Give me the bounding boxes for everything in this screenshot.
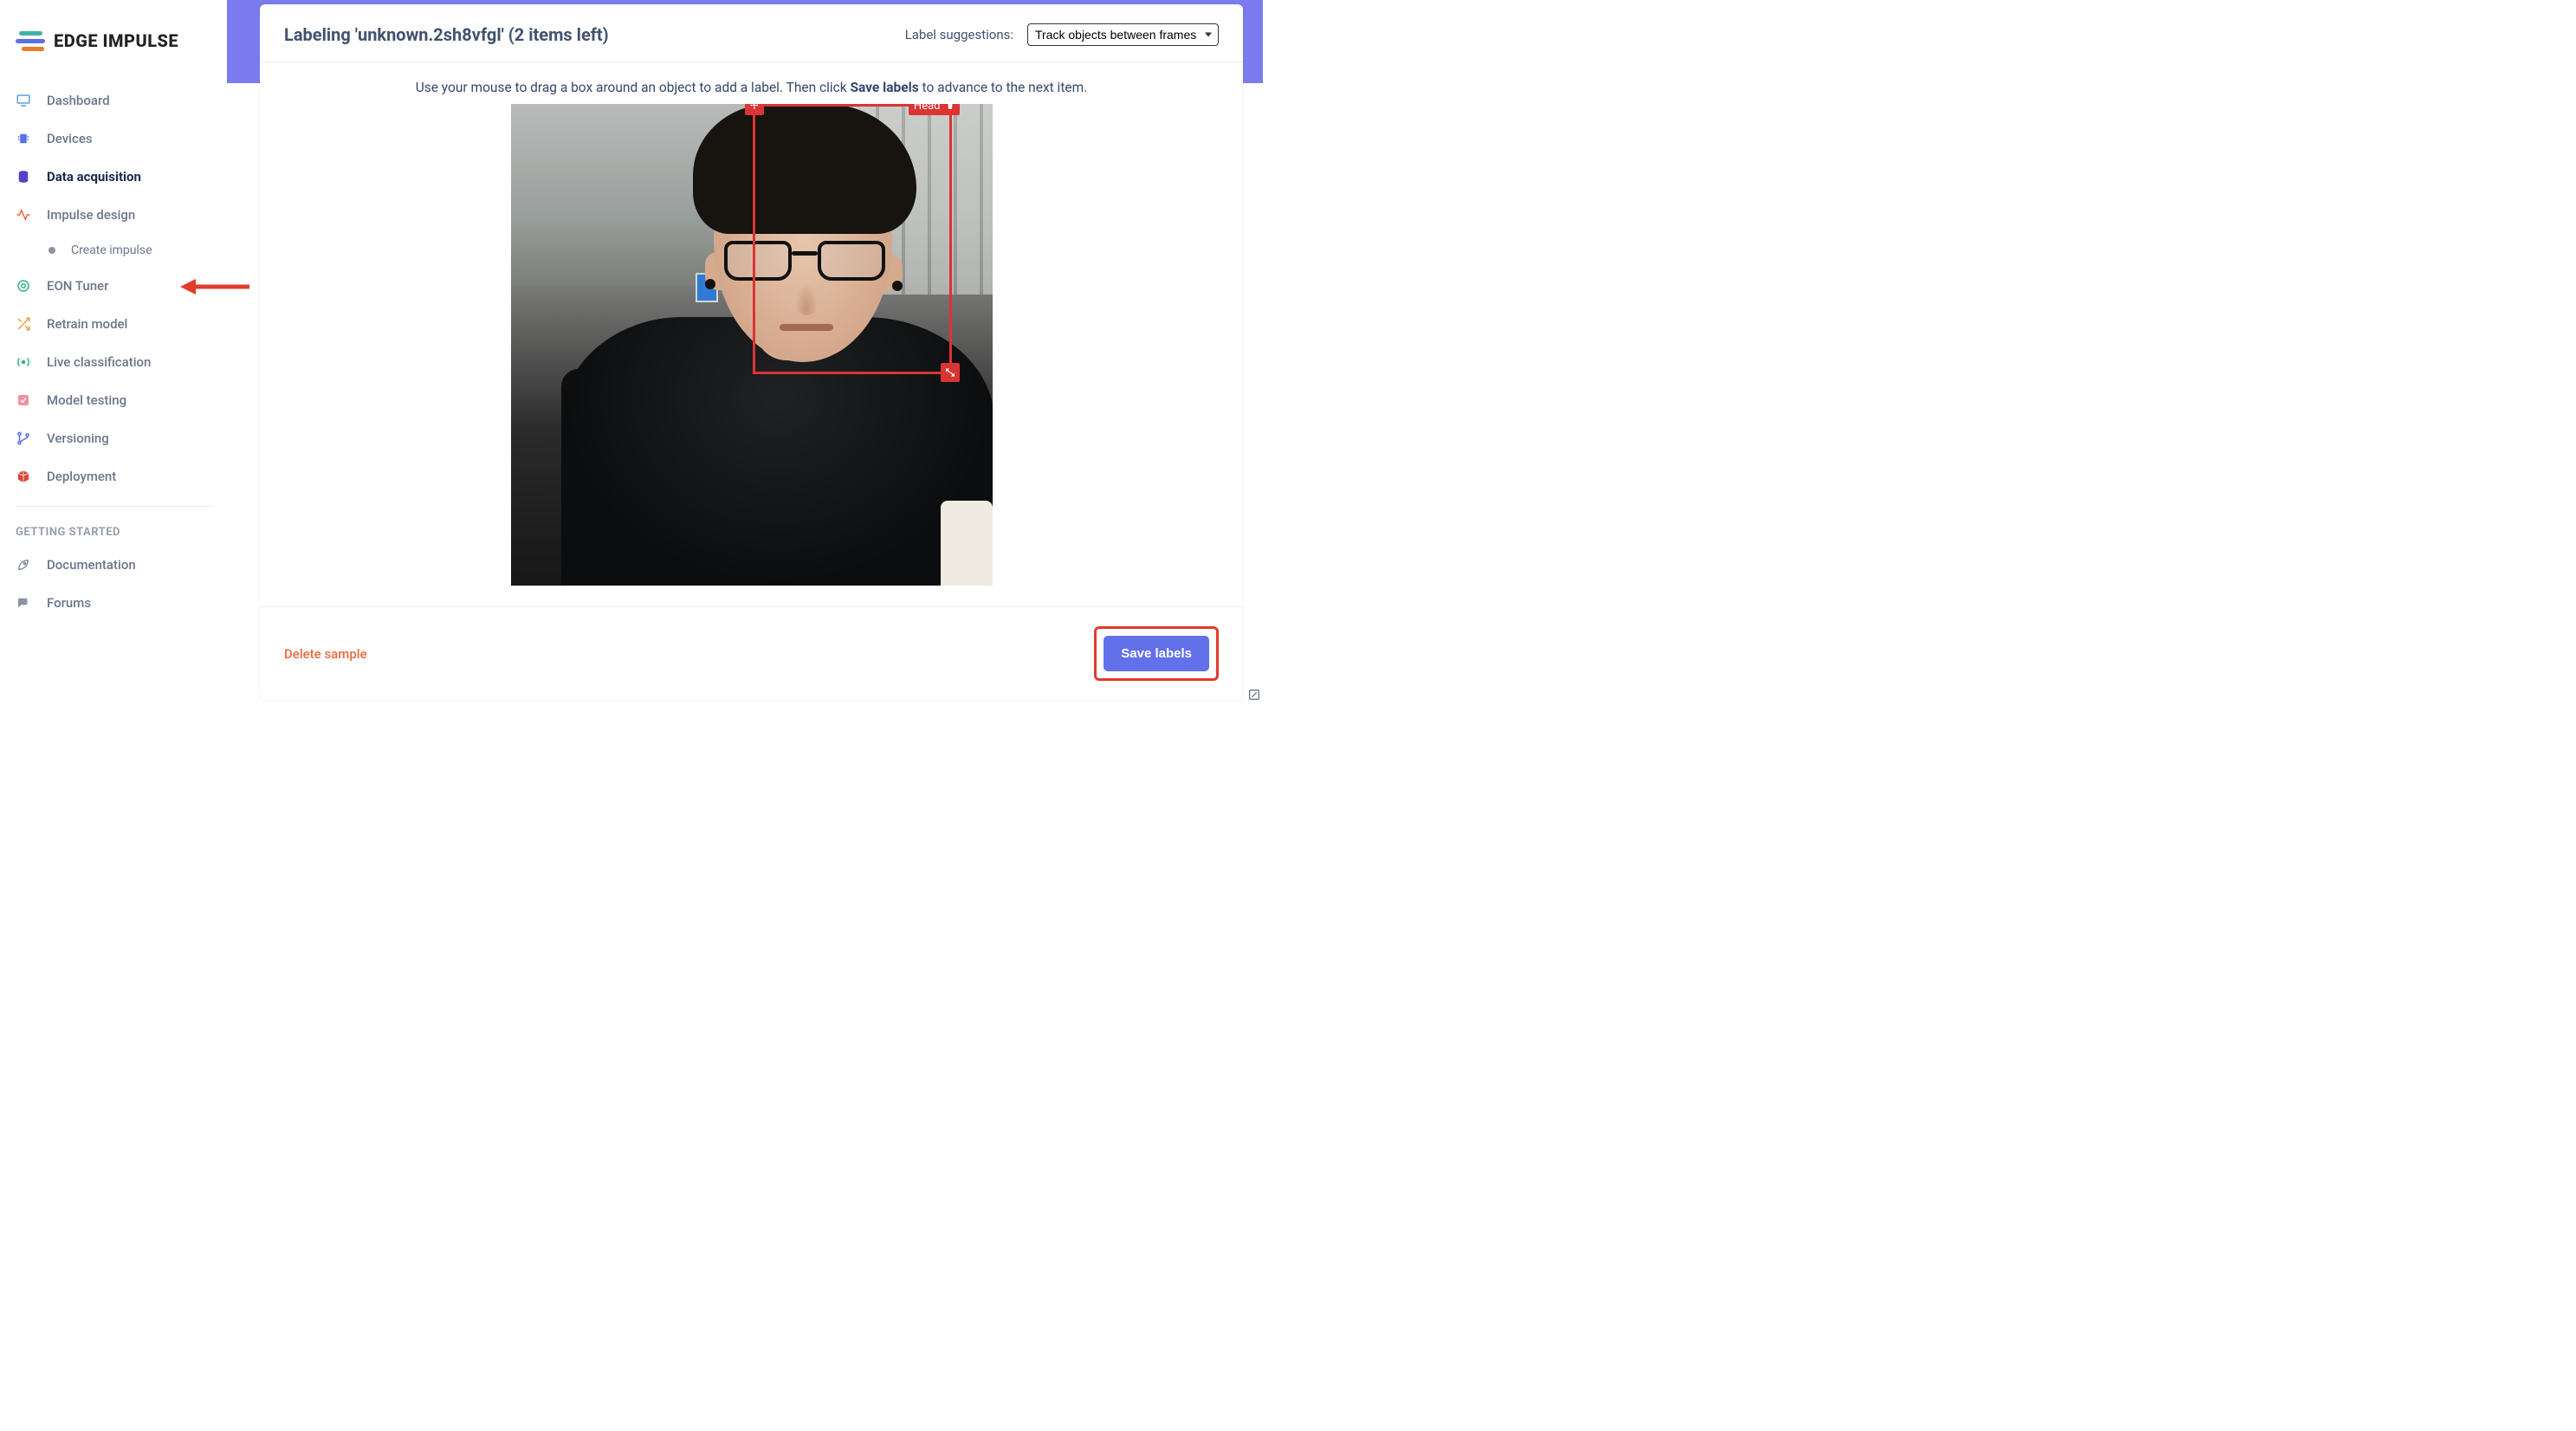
sidebar-item-label: Live classification: [47, 354, 151, 370]
sidebar-item-label: Versioning: [47, 431, 109, 446]
monitor-icon: [16, 93, 31, 108]
sidebar-item-label: Retrain model: [47, 316, 127, 332]
nav: Dashboard Devices Data acquisition Impul…: [0, 78, 227, 625]
card-body: Use your mouse to drag a box around an o…: [260, 62, 1243, 606]
sidebar-subitem-label: Create impulse: [71, 243, 152, 257]
sidebar-item-devices[interactable]: Devices: [0, 120, 227, 158]
sidebar-item-deployment[interactable]: Deployment: [0, 457, 227, 495]
sidebar-item-data-acquisition[interactable]: Data acquisition: [0, 158, 227, 196]
sidebar-item-live-classification[interactable]: Live classification: [0, 343, 227, 381]
sidebar: EDGE IMPULSE Dashboard Devices Data acqu…: [0, 0, 227, 703]
sidebar-item-label: EON Tuner: [47, 278, 108, 294]
sidebar-item-label: Devices: [47, 131, 93, 146]
main-card: Labeling 'unknown.2sh8vfgl' (2 items lef…: [260, 4, 1243, 700]
sidebar-item-forums[interactable]: Forums: [0, 584, 227, 622]
save-labels-button[interactable]: Save labels: [1104, 636, 1209, 671]
expand-icon: [945, 367, 955, 378]
sidebar-subitem-create-impulse[interactable]: Create impulse: [0, 234, 227, 267]
bbox-label-text: Head: [914, 104, 941, 113]
sidebar-item-label: Model testing: [47, 392, 126, 408]
target-icon: [16, 278, 31, 294]
suggestion-label: Label suggestions:: [905, 27, 1013, 42]
chip-icon: [16, 131, 31, 146]
section-getting-started: GETTING STARTED: [0, 517, 227, 546]
instructions-pre: Use your mouse to drag a box around an o…: [416, 80, 851, 95]
box-icon: [16, 469, 31, 484]
suggestion-select[interactable]: Track objects between frames: [1027, 23, 1219, 46]
save-highlight-annotation: Save labels: [1094, 626, 1219, 681]
bbox-resize-handle[interactable]: [941, 363, 960, 382]
bounding-box[interactable]: Head: [753, 104, 952, 374]
delete-sample-link[interactable]: Delete sample: [284, 646, 367, 662]
brand-logo-mark: [16, 28, 45, 54]
brand-logo[interactable]: EDGE IMPULSE: [0, 17, 227, 78]
brand-name: EDGE IMPULSE: [54, 30, 178, 51]
page-title: Labeling 'unknown.2sh8vfgl' (2 items lef…: [284, 24, 609, 45]
labeling-canvas[interactable]: Head: [511, 104, 993, 586]
chat-icon: [16, 595, 31, 611]
card-header: Labeling 'unknown.2sh8vfgl' (2 items lef…: [260, 4, 1243, 62]
sidebar-item-eon-tuner[interactable]: EON Tuner: [0, 267, 227, 305]
sidebar-item-retrain-model[interactable]: Retrain model: [0, 305, 227, 343]
header-right: Label suggestions: Track objects between…: [905, 23, 1219, 46]
bbox-label-tag[interactable]: Head: [909, 104, 960, 115]
move-icon: [749, 104, 760, 111]
sidebar-item-dashboard[interactable]: Dashboard: [0, 81, 227, 120]
suggestion-select-wrap: Track objects between frames: [1027, 23, 1219, 46]
instructions: Use your mouse to drag a box around an o…: [416, 80, 1088, 95]
sidebar-item-impulse-design[interactable]: Impulse design: [0, 196, 227, 234]
shuffle-icon: [16, 316, 31, 332]
sidebar-item-documentation[interactable]: Documentation: [0, 546, 227, 584]
rocket-icon: [16, 557, 31, 573]
trash-icon[interactable]: [946, 104, 955, 110]
broadcast-icon: [16, 354, 31, 370]
sidebar-item-versioning[interactable]: Versioning: [0, 419, 227, 457]
sidebar-item-label: Forums: [47, 595, 91, 611]
check-square-icon: [16, 392, 31, 408]
sidebar-item-label: Deployment: [47, 469, 116, 484]
sidebar-item-label: Impulse design: [47, 207, 135, 223]
sidebar-item-label: Data acquisition: [47, 169, 141, 185]
sidebar-item-model-testing[interactable]: Model testing: [0, 381, 227, 419]
instructions-bold: Save labels: [850, 80, 918, 95]
resize-corner-icon[interactable]: [1247, 688, 1261, 702]
bbox-move-handle[interactable]: [745, 104, 764, 115]
instructions-post: to advance to the next item.: [919, 80, 1088, 95]
git-branch-icon: [16, 431, 31, 446]
card-footer: Delete sample Save labels: [260, 606, 1243, 700]
sidebar-item-label: Documentation: [47, 557, 136, 573]
sidebar-item-label: Dashboard: [47, 93, 110, 108]
divider: [16, 506, 211, 507]
bullet-icon: [49, 247, 55, 254]
activity-icon: [16, 207, 31, 223]
database-icon: [16, 169, 31, 185]
